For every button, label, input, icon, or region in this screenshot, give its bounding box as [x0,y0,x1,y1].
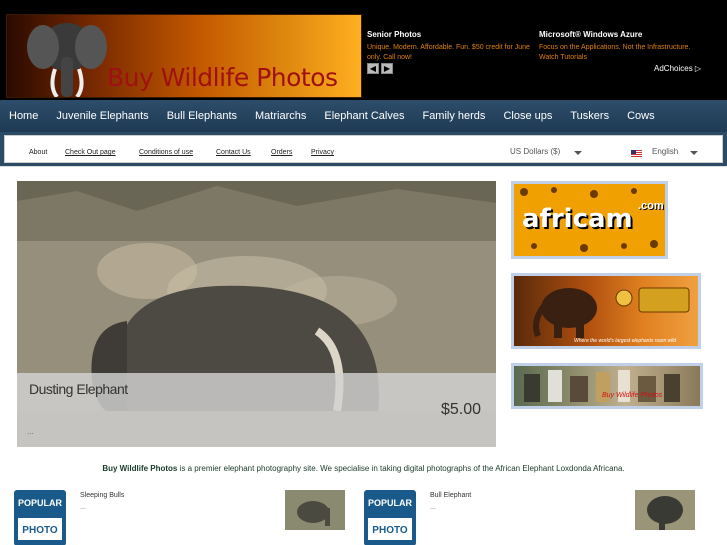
nav-item-juvenile-elephants[interactable]: Juvenile Elephants [47,110,157,122]
nav-item-bull-elephants[interactable]: Bull Elephants [158,110,246,122]
site-title: Buy Wildlife Photos [107,63,338,92]
nav-item-close-ups[interactable]: Close ups [494,110,561,122]
ad-text: Unique. Modern. Affordable. Fun. $50 cre… [367,44,530,61]
photo-caption: Dusting Elephant $5.00 ... [17,373,496,447]
ad-title[interactable]: Senior Photos [367,30,533,39]
subnav-conditions[interactable]: Conditions of use [139,149,193,156]
africam-com: .com [638,200,664,212]
chevron-down-icon[interactable] [574,151,582,155]
us-flag-icon [631,150,642,157]
ad-next-button[interactable]: ▶ [381,63,393,74]
ad-nav: ◀ ▶ [367,63,393,74]
popular-photo-badge-icon: POPULAR PHOTO [364,490,416,545]
popular-photo-thumbnail[interactable] [285,490,345,530]
ad-title[interactable]: Microsoft® Windows Azure [539,30,709,39]
nav-item-cows[interactable]: Cows [618,110,664,122]
popular-photo-description: ... [430,504,436,511]
badge-photo-text: PHOTO [22,525,58,536]
badge-popular-text: POPULAR [18,498,63,508]
tembe-elephant-icon [533,287,690,338]
nav-item-home[interactable]: Home [0,110,47,122]
ad-senior-photos[interactable]: Senior Photos Unique. Modern. Affordable… [367,30,533,63]
ad-prev-button[interactable]: ◀ [367,63,379,74]
photo-title[interactable]: Dusting Elephant [29,381,128,397]
badge-photo-text: PHOTO [372,525,408,536]
subnav-contact-us[interactable]: Contact Us [216,149,251,156]
subnav-check-out[interactable]: Check Out page [65,149,116,156]
ad-text: Focus on the Applications. Not the Infra… [539,44,691,61]
tembe-ad[interactable]: Where the world's largest elephants roam… [511,273,701,349]
intro-brand: Buy Wildlife Photos [102,464,178,473]
popular-photo-item[interactable]: POPULAR PHOTO Sleeping Bulls ... [0,490,360,545]
subnav-orders[interactable]: Orders [271,149,292,156]
wildlife-caption: Buy Wildlife Photos [602,392,663,399]
subnav-bar: About Check Out page Conditions of use C… [0,132,727,166]
subnav-privacy[interactable]: Privacy [311,149,334,156]
chevron-down-icon[interactable] [690,151,698,155]
popular-photo-description: ... [80,504,86,511]
ad-windows-azure[interactable]: Microsoft® Windows Azure Focus on the Ap… [539,30,709,63]
badge-popular-text: POPULAR [368,498,413,508]
wildlife-animals-icon [524,370,680,402]
nav-item-matriarchs[interactable]: Matriarchs [246,110,315,122]
photo-price: $5.00 [440,401,481,418]
popular-photo-name[interactable]: Bull Elephant [430,492,471,499]
africam-ad[interactable]: africam .com [511,181,668,259]
main-nav: Home Juvenile Elephants Bull Elephants M… [0,100,727,132]
africam-logo: africam [522,204,633,234]
adchoices-link[interactable]: AdChoices ▷ [654,64,701,73]
nav-item-elephant-calves[interactable]: Elephant Calves [315,110,413,122]
header: Buy Wildlife Photos Senior Photos Unique… [0,0,727,100]
popular-photo-item[interactable]: POPULAR PHOTO Bull Elephant ... [350,490,710,545]
subnav-about[interactable]: About [29,149,47,156]
wildlife-ad[interactable]: Buy Wildlife Photos [511,363,703,409]
site-banner[interactable]: Buy Wildlife Photos [6,14,362,98]
subnav: About Check Out page Conditions of use C… [4,135,723,163]
elephant-logo-icon [27,23,107,97]
language-select[interactable]: English [652,147,678,156]
currency-select[interactable]: US Dollars ($) [510,147,560,156]
popular-photo-badge-icon: POPULAR PHOTO [14,490,66,545]
main-content: Dusting Elephant $5.00 ... africam .com … [0,166,727,545]
popular-photo-thumbnail[interactable] [635,490,695,530]
nav-item-tuskers[interactable]: Tuskers [561,110,618,122]
featured-photo[interactable]: Dusting Elephant $5.00 ... [17,181,496,447]
popular-photo-name[interactable]: Sleeping Bulls [80,492,124,499]
intro-body: is a premier elephant photography site. … [177,464,625,473]
intro-text: Buy Wildlife Photos is a premier elephan… [0,464,727,473]
photo-description: ... [27,427,34,436]
nav-item-family-herds[interactable]: Family herds [413,110,494,122]
tembe-caption: Where the world's largest elephants roam… [574,338,677,344]
